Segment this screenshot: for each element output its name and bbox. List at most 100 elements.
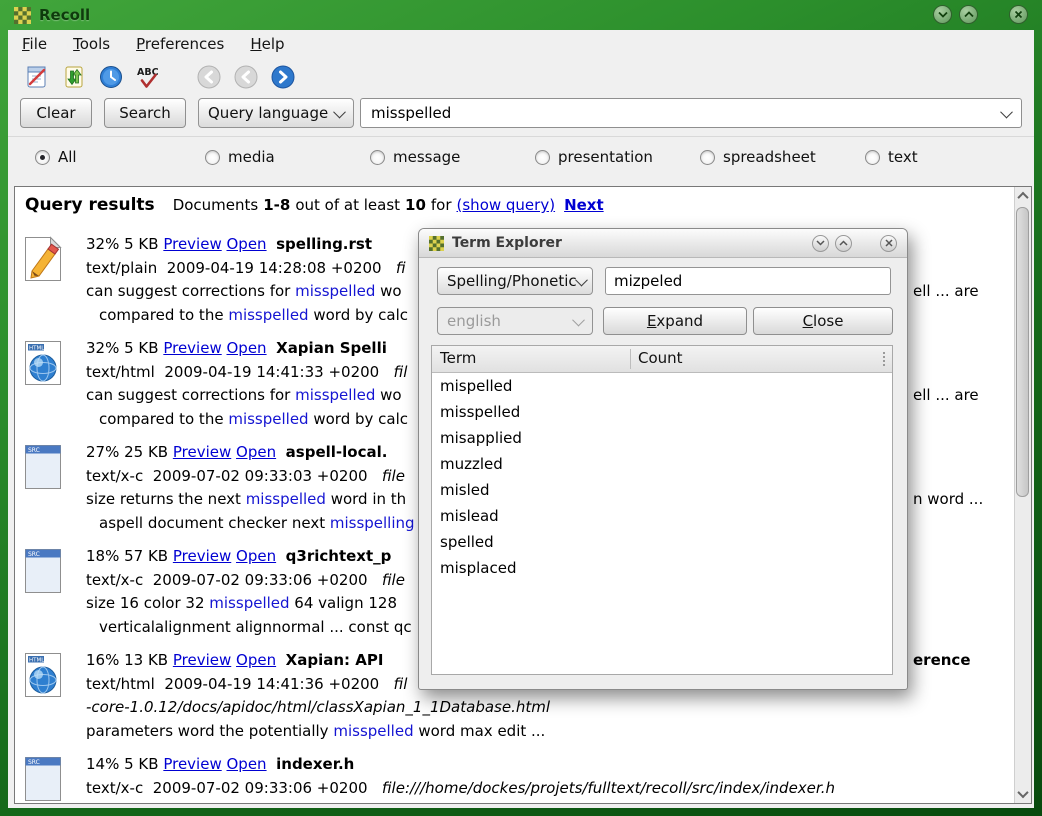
menu-item-preferences[interactable]: Preferences [136,35,224,53]
column-separator[interactable] [630,349,631,369]
radio-icon[interactable] [535,150,550,165]
history-icon[interactable] [98,64,124,90]
open-link[interactable]: Open [227,235,267,253]
menu-item-file[interactable]: File [22,35,47,53]
preview-link[interactable]: Preview [173,443,231,461]
filter-spreadsheet[interactable]: spreadsheet [700,148,816,166]
snippet-cont: ell ... are [913,280,979,304]
scroll-up-icon[interactable] [1015,188,1031,204]
term-table-header[interactable]: Term Count [432,346,892,373]
docs-for: for [431,196,452,214]
close-dialog-button[interactable]: Close [753,307,893,335]
radio-icon[interactable] [35,150,50,165]
radio-icon[interactable] [700,150,715,165]
next-page-link[interactable]: Next [564,196,604,214]
term-row[interactable]: misled [432,477,892,503]
refresh-index-icon[interactable] [61,64,87,90]
next-page-icon[interactable] [270,64,296,90]
filter-media[interactable]: media [205,148,275,166]
edit-doc-icon [23,236,63,282]
term-row[interactable]: muzzled [432,451,892,477]
highlight-term: misspelled [295,386,375,404]
scroll-down-icon[interactable] [1015,786,1031,802]
expansion-mode-select[interactable]: Spelling/Phonetic [437,267,593,295]
titlebar[interactable]: Recoll [0,0,1042,30]
spellcheck-icon[interactable]: ABC [135,64,165,90]
term-row[interactable]: misapplied [432,425,892,451]
result-relevance-size: 32% 5 KB [86,235,163,253]
result-date: 2009-04-19 14:41:36 +0200 [164,675,393,693]
search-button[interactable]: Search [104,98,186,128]
close-button[interactable] [1009,5,1028,24]
filter-label: message [393,148,460,166]
term-row[interactable]: misplaced [432,555,892,581]
term-explorer-titlebar[interactable]: Term Explorer [419,229,907,258]
preview-link[interactable]: Preview [163,755,221,773]
chevron-up-icon [964,11,974,18]
radio-icon[interactable] [865,150,880,165]
open-link[interactable]: Open [236,443,276,461]
chevron-down-icon [572,313,585,326]
open-link[interactable]: Open [227,339,267,357]
query-language-select[interactable]: Query language [198,98,354,128]
preview-link[interactable]: Preview [163,339,221,357]
term-cell: muzzled [440,455,503,473]
term-row[interactable]: mislead [432,503,892,529]
term-row[interactable]: misspelled [432,399,892,425]
result-date: 2009-07-02 09:33:06 +0200 [153,779,382,797]
dialog-shade-button[interactable] [812,235,829,252]
count-column-header[interactable]: Count [638,349,683,367]
window-controls [933,5,1028,24]
results-scrollbar[interactable] [1014,187,1031,803]
clear-search-icon[interactable] [24,64,50,90]
filter-label: All [58,148,77,166]
open-link[interactable]: Open [236,651,276,669]
chevron-down-icon [1000,105,1013,118]
menu-item-tools[interactable]: Tools [73,35,110,53]
query-input[interactable]: misspelled [360,98,1022,128]
term-row[interactable]: mispelled [432,373,892,399]
filter-all[interactable]: All [35,148,77,166]
term-cell: mispelled [440,377,512,395]
result-row[interactable]: 14% 5 KB Preview Open indexer.htext/x-c … [23,753,1008,804]
src-doc-icon [23,548,63,594]
open-link[interactable]: Open [227,755,267,773]
toolbar: ABC [8,58,296,96]
filter-message[interactable]: message [370,148,460,166]
dialog-controls [812,235,897,252]
previous-page-icon[interactable] [233,64,259,90]
recoll-app-icon [429,236,444,251]
highlight-term: misspelled [246,490,326,508]
radio-icon[interactable] [370,150,385,165]
back-icon[interactable] [196,64,222,90]
result-title: indexer.h [276,755,354,773]
preview-link[interactable]: Preview [173,651,231,669]
term-column-header[interactable]: Term [440,349,476,367]
language-value: english [447,312,501,330]
preview-link[interactable]: Preview [163,235,221,253]
radio-icon[interactable] [205,150,220,165]
term-row[interactable]: spelled [432,529,892,555]
dialog-unshade-button[interactable] [835,235,852,252]
shade-button[interactable] [933,5,952,24]
results-header: Query results Documents1-8out of at leas… [25,195,609,215]
filter-presentation[interactable]: presentation [535,148,653,166]
open-link[interactable]: Open [236,547,276,565]
clear-button[interactable]: Clear [20,98,92,128]
expand-button[interactable]: Expand [603,307,747,335]
preview-link[interactable]: Preview [173,547,231,565]
unshade-button[interactable] [959,5,978,24]
result-title: q3richtext_p [286,547,392,565]
html-doc-icon [23,652,63,698]
term-cell: misapplied [440,429,522,447]
filter-row: All media message presentation spreadsheet te… [8,136,1034,179]
scroll-thumb[interactable] [1016,207,1029,497]
filter-text[interactable]: text [865,148,918,166]
header-grip-icon[interactable] [883,352,885,366]
query-input-value: misspelled [371,104,451,122]
dialog-close-button[interactable] [880,235,897,252]
show-query-link[interactable]: (show query) [457,196,556,214]
term-input[interactable]: mizpeled [605,267,891,295]
language-select[interactable]: english [437,307,593,335]
menu-item-help[interactable]: Help [250,35,284,53]
